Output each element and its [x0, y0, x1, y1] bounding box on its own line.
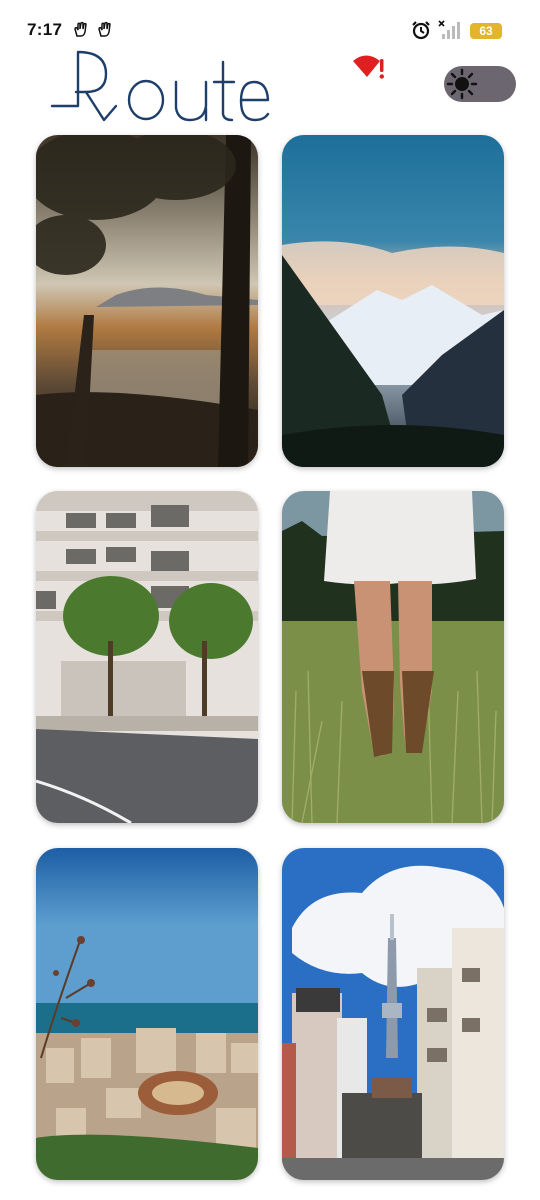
- theme-toggle[interactable]: [444, 66, 516, 102]
- hand-notification-icon: [98, 21, 111, 37]
- coastal-city-photo[interactable]: [36, 848, 258, 1180]
- forest-lake-photo[interactable]: [36, 135, 258, 467]
- status-time: 7:17: [27, 20, 63, 39]
- sun-icon: [446, 68, 478, 100]
- red-wifi-alert-icon[interactable]: [352, 52, 390, 82]
- tokyo-street-photo[interactable]: [282, 848, 504, 1180]
- building-street-photo[interactable]: [36, 491, 258, 823]
- grass-field-photo[interactable]: [282, 491, 504, 823]
- snowy-mountain-photo[interactable]: [282, 135, 504, 467]
- alarm-icon: [412, 21, 430, 40]
- route-logo: [50, 50, 270, 122]
- hand-notification-icon: [74, 21, 87, 37]
- battery-icon: 63: [470, 23, 502, 39]
- status-bar: 7:17 63: [0, 0, 540, 46]
- no-signal-icon: [438, 20, 460, 39]
